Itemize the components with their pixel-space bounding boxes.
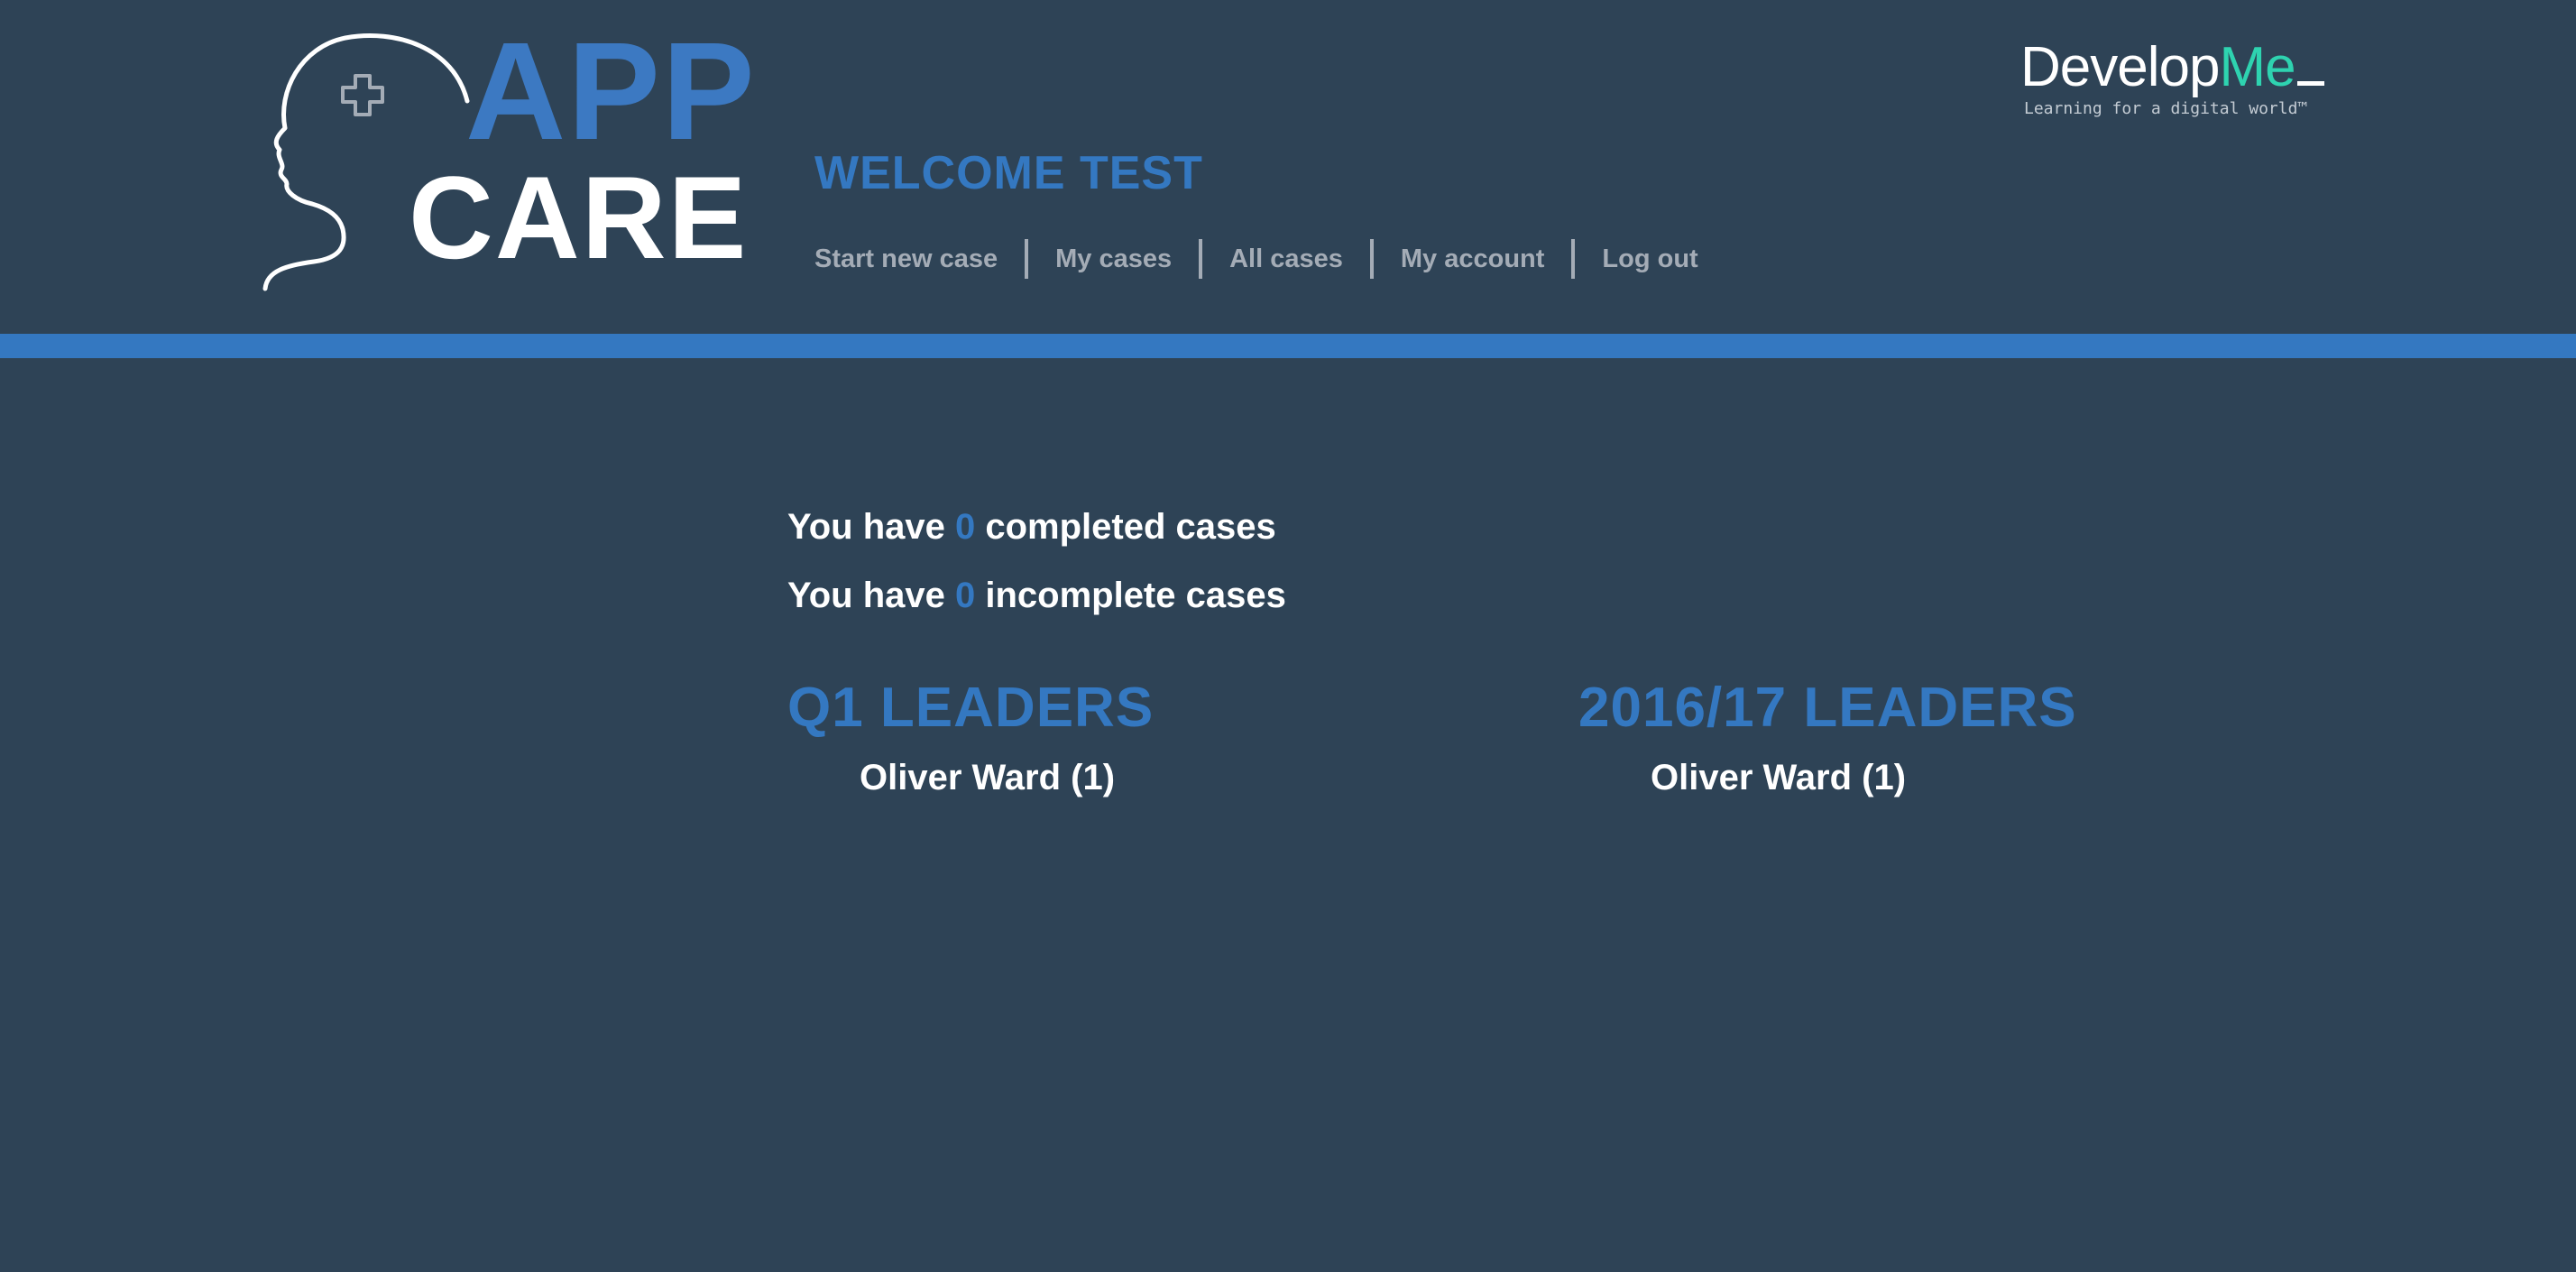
nav-my-account[interactable]: My account [1401,245,1545,272]
stat-suffix: completed cases [975,507,1276,547]
developme-suffix: Me [2219,36,2295,98]
logo-care-text: CARE [409,152,749,283]
accent-band [0,334,2576,358]
welcome-heading: WELCOME TEST [814,147,1203,199]
completed-count: 0 [954,507,976,547]
quarter-leaders: Q1 LEADERS Oliver Ward (1) [787,677,1155,797]
nav-start-new-case[interactable]: Start new case [814,245,998,272]
nav-all-cases[interactable]: All cases [1229,245,1343,272]
year-leaders: 2016/17 LEADERS Oliver Ward (1) [1578,677,2077,797]
main-nav: Start new case My cases All cases My acc… [814,236,1698,281]
incomplete-count: 0 [954,576,976,615]
logo-app-text: APP [465,14,757,169]
leader-entry: Oliver Ward (1) [860,758,1116,797]
quarter-leaders-title: Q1 LEADERS [787,677,1155,739]
stat-prefix: You have [787,507,955,547]
stat-suffix: incomplete cases [975,576,1286,615]
cross-icon [341,74,384,116]
developme-tagline: Learning for a digital world™ [2024,99,2308,118]
case-stats: You have 0 completed cases You have 0 in… [787,509,1286,613]
nav-divider [1025,239,1029,279]
stat-prefix: You have [787,576,955,615]
developme-wordmark: DevelopMe [2020,40,2324,96]
nav-divider [1369,239,1374,279]
completed-cases-stat: You have 0 completed cases [787,509,1286,545]
incomplete-cases-stat: You have 0 incomplete cases [787,577,1286,613]
cursor-underscore-icon [2296,81,2324,86]
nav-log-out[interactable]: Log out [1602,245,1697,272]
app-care-logo[interactable]: APP CARE [260,22,755,300]
leader-entry: Oliver Ward (1) [1651,758,1907,797]
nav-divider [1571,239,1576,279]
site-header: APP CARE WELCOME TEST Start new case My … [0,0,2576,334]
developme-logo[interactable]: DevelopMe Learning for a digital world™ [2020,40,2324,123]
developme-prefix: Develop [2020,36,2220,98]
nav-divider [1199,239,1203,279]
year-leaders-title: 2016/17 LEADERS [1578,677,2077,739]
nav-my-cases[interactable]: My cases [1055,245,1172,272]
